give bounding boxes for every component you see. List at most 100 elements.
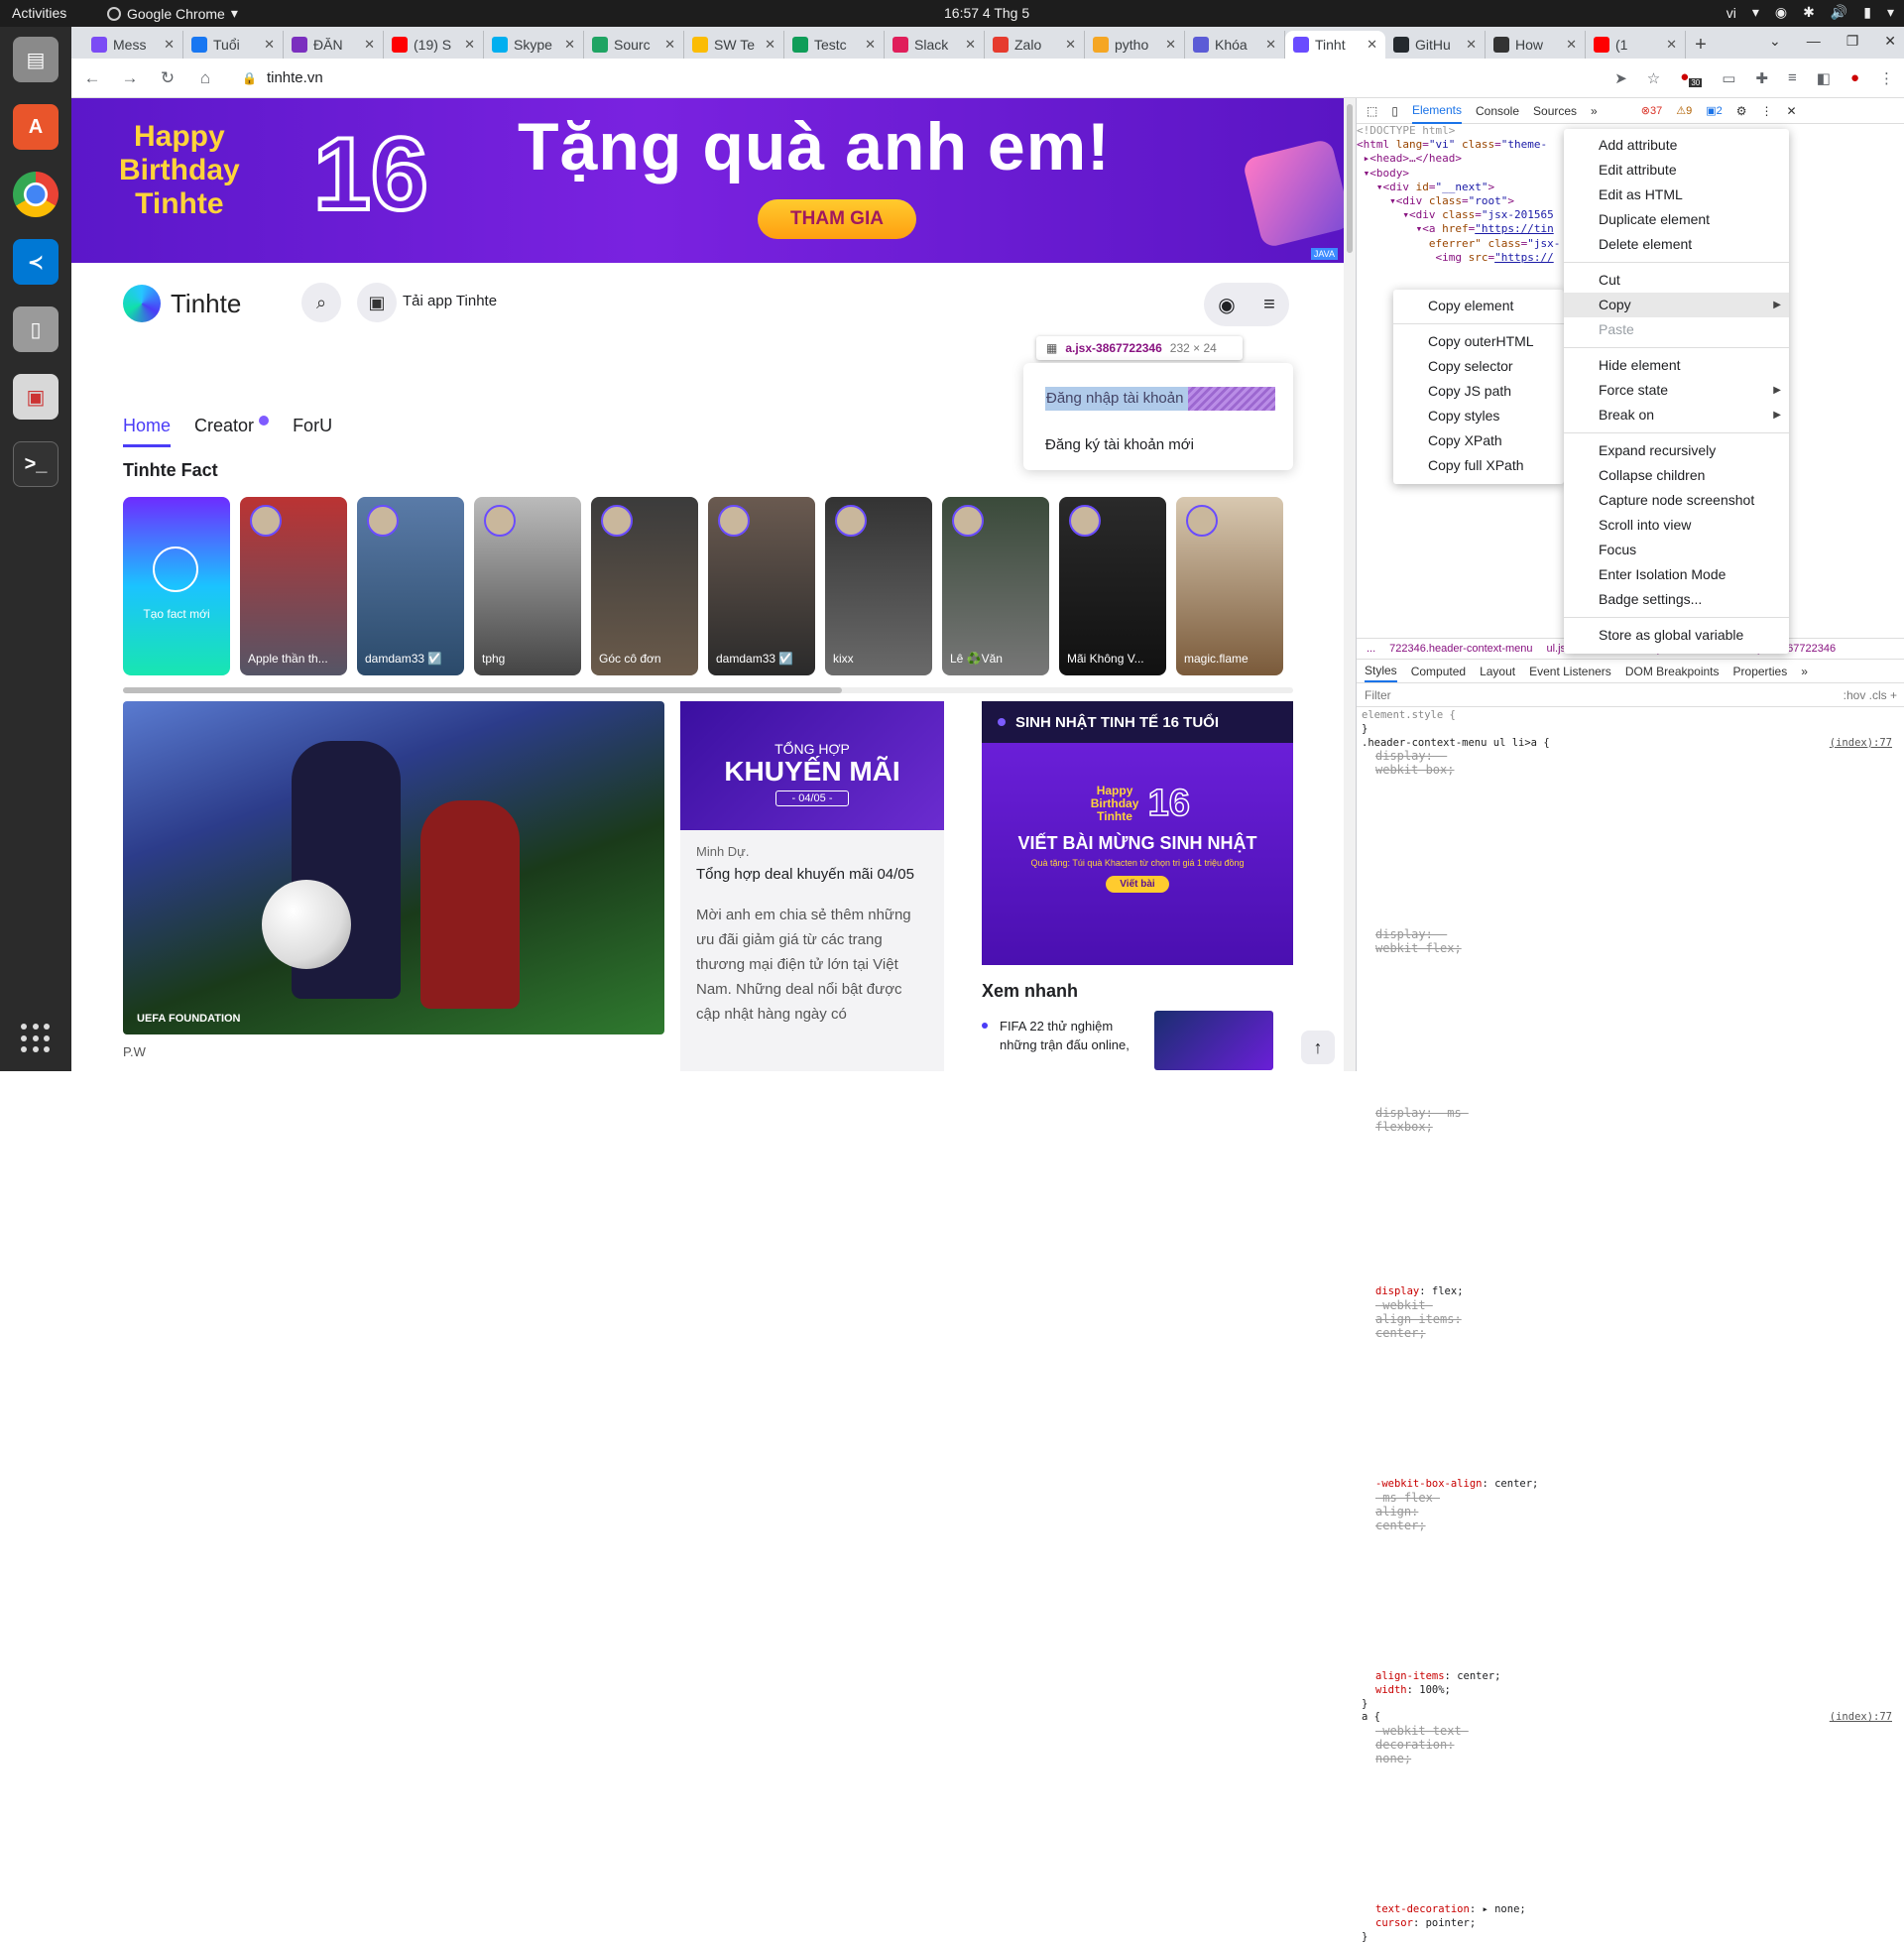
back-icon[interactable]: ← (81, 68, 103, 88)
fact-story-card[interactable]: Mãi Không V... (1059, 497, 1166, 675)
system-tray[interactable]: vi ▾ ◉ ✱ 🔊 ▮ ▾ (1726, 4, 1894, 21)
reload-icon[interactable]: ↻ (157, 68, 178, 88)
close-icon[interactable]: ✕ (1466, 37, 1477, 53)
css-prop[interactable]: -webkit-box-align: center; (1362, 1478, 1892, 1492)
clock[interactable]: 16:57 4 Thg 5 (944, 5, 1029, 21)
menu-item-badge-settings[interactable]: Badge settings... (1564, 587, 1789, 612)
forward-icon[interactable]: → (119, 68, 141, 88)
menu-item-add-attribute[interactable]: Add attribute (1564, 133, 1789, 158)
menu-item-edit-attribute[interactable]: Edit attribute (1564, 158, 1789, 182)
close-icon[interactable]: ✕ (965, 37, 976, 53)
close-icon[interactable]: ✕ (164, 37, 175, 53)
css-prop[interactable]: -ms-flex-align: center; (1362, 1492, 1469, 1670)
menu-item-copy-selector[interactable]: Copy selector (1393, 354, 1564, 379)
close-icon[interactable]: ✕ (1065, 37, 1076, 53)
tab-computed[interactable]: Computed (1411, 665, 1466, 678)
scroll-to-top-button[interactable]: ↑ (1301, 1031, 1335, 1064)
extension-badge-icon[interactable]: ● 30 (1680, 68, 1703, 87)
css-prop[interactable]: width: 100%; (1362, 1684, 1892, 1698)
error-count[interactable]: ⊗37 (1641, 104, 1662, 117)
menu-item-copy-element[interactable]: Copy element (1393, 294, 1564, 318)
promo-banner[interactable]: Happy Birthday Tinhte 16 Tặng quà anh em… (71, 98, 1344, 263)
menu-item-capture-node-screenshot[interactable]: Capture node screenshot (1564, 488, 1789, 513)
fact-story-card[interactable]: Góc cô đơn (591, 497, 698, 675)
tab-2[interactable]: ĐĂN ✕ (284, 31, 384, 59)
url-text[interactable]: tinhte.vn (267, 69, 323, 86)
menu-item-expand-recursively[interactable]: Expand recursively (1564, 438, 1789, 463)
cast-icon[interactable]: ▭ (1722, 69, 1735, 87)
fact-story-card[interactable]: Apple thần th... (240, 497, 347, 675)
fact-story-card[interactable]: kixx (825, 497, 932, 675)
css-source-link[interactable]: (index):77 (1830, 1711, 1892, 1725)
article-author[interactable]: P.W (123, 1044, 146, 1059)
software-center-icon[interactable]: A (13, 104, 59, 150)
app-download-button[interactable]: ▣ (357, 283, 397, 322)
fact-story-card[interactable]: damdam33 ☑️ (708, 497, 815, 675)
menu-item-duplicate-element[interactable]: Duplicate element (1564, 207, 1789, 232)
close-icon[interactable]: ✕ (865, 37, 876, 53)
app-menu[interactable]: Google Chrome ▾ (107, 5, 238, 22)
address-bar[interactable]: 🔒 tinhte.vn (232, 63, 1599, 93)
menu-item-edit-as-html[interactable]: Edit as HTML (1564, 182, 1789, 207)
side-panel-icon[interactable]: ◧ (1817, 69, 1831, 87)
vscode-icon[interactable]: ≺ (13, 239, 59, 285)
create-fact-card[interactable]: Tạo fact mới (123, 497, 230, 675)
fact-story-card[interactable]: tphg (474, 497, 581, 675)
css-prop[interactable]: display: -webkit-flex; (1362, 928, 1469, 1107)
fact-story-card[interactable]: Lê ♻️Văn (942, 497, 1049, 675)
menu-item-copy-styles[interactable]: Copy styles (1393, 404, 1564, 428)
issues-count[interactable]: ▣2 (1706, 104, 1723, 117)
close-icon[interactable]: ✕ (464, 37, 475, 53)
new-tab-button[interactable]: + (1686, 31, 1716, 59)
menu-item-hide-element[interactable]: Hide element (1564, 353, 1789, 378)
page-scrollbar[interactable] (1344, 98, 1356, 1071)
menu-item-collapse-children[interactable]: Collapse children (1564, 463, 1789, 488)
more-tabs-icon[interactable]: » (1801, 665, 1808, 678)
site-logo[interactable]: Tinhte (123, 285, 241, 322)
close-icon[interactable]: ✕ (1787, 104, 1797, 118)
filter-input[interactable]: Filter (1365, 688, 1391, 702)
close-icon[interactable]: ✕ (364, 37, 375, 53)
search-button[interactable]: ⌕ (301, 283, 341, 322)
usb-drive-icon[interactable]: ▯ (13, 306, 59, 352)
bookmark-star-icon[interactable]: ☆ (1647, 69, 1660, 87)
tab-15[interactable]: (1 ✕ (1586, 31, 1686, 59)
close-icon[interactable]: ✕ (1884, 33, 1896, 50)
chrome-icon[interactable] (13, 172, 59, 217)
settings-gear-icon[interactable]: ⚙ (1736, 104, 1747, 118)
user-menu-button[interactable]: ◉ ≡ (1204, 283, 1289, 326)
close-icon[interactable]: ✕ (664, 37, 675, 53)
css-prop[interactable]: display: flex; (1362, 1285, 1892, 1299)
tab-dom-breakpoints[interactable]: DOM Breakpoints (1625, 665, 1720, 678)
tab-styles[interactable]: Styles (1365, 661, 1397, 682)
css-prop[interactable]: display: -ms-flexbox; (1362, 1107, 1469, 1285)
home-icon[interactable]: ⌂ (194, 68, 216, 88)
styles-pane[interactable]: element.style { } .header-context-menu u… (1357, 709, 1892, 1945)
maximize-icon[interactable]: ❐ (1846, 33, 1859, 50)
promo-article-card[interactable]: TỔNG HỢP KHUYẾN MÃI - 04/05 - Minh Dự. T… (680, 701, 944, 1071)
menu-item-break-on[interactable]: Break on ▶ (1564, 403, 1789, 427)
warning-count[interactable]: ⚠9 (1676, 104, 1692, 117)
tab-9[interactable]: Zalo ✕ (985, 31, 1085, 59)
tab-properties[interactable]: Properties (1733, 665, 1788, 678)
menu-item-copy[interactable]: Copy ▶ (1564, 293, 1789, 317)
tab-foru[interactable]: ForU (293, 416, 332, 447)
tab-12[interactable]: Tinht ✕ (1285, 31, 1385, 59)
css-prop[interactable]: -webkit-text-decoration: none; (1362, 1725, 1469, 1903)
quick-view-item[interactable]: FIFA 22 thử nghiệm những trận đấu online… (1000, 1017, 1138, 1054)
menu-item-store-as-global-variable[interactable]: Store as global variable (1564, 623, 1789, 648)
close-icon[interactable]: ✕ (765, 37, 775, 53)
close-icon[interactable]: ✕ (1265, 37, 1276, 53)
terminal-icon[interactable]: >_ (13, 441, 59, 487)
tab-14[interactable]: How ✕ (1486, 31, 1586, 59)
menu-item-copy-full-xpath[interactable]: Copy full XPath (1393, 453, 1564, 478)
tab-home[interactable]: Home (123, 416, 172, 447)
files-icon[interactable]: ▤ (13, 37, 59, 82)
tab-13[interactable]: GitHu ✕ (1385, 31, 1486, 59)
birthday-widget[interactable]: SINH NHẬT TINH TẾ 16 TUỔI Happy Birthday… (982, 701, 1293, 965)
tab-layout[interactable]: Layout (1480, 665, 1515, 678)
chevron-down-icon[interactable]: ⌄ (1769, 33, 1781, 50)
tab-event-listeners[interactable]: Event Listeners (1529, 665, 1611, 678)
extensions-puzzle-icon[interactable]: ✚ (1755, 69, 1768, 87)
tab-7[interactable]: Testc ✕ (784, 31, 885, 59)
